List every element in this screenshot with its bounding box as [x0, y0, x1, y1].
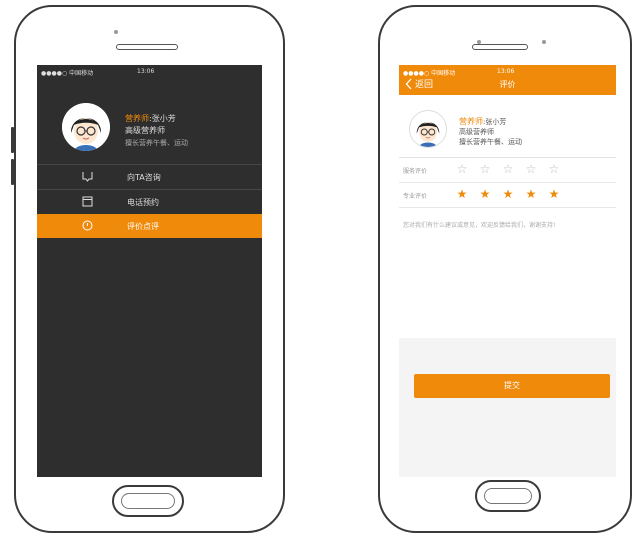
star-empty-icon[interactable]: ☆: [453, 162, 471, 176]
volume-button: [11, 159, 14, 185]
nutritionist-card: 营养师:张小芳 高级营养师 擅长营养午餐、运动: [399, 95, 616, 158]
avatar: [62, 103, 110, 151]
star-filled-icon[interactable]: ★: [453, 187, 471, 201]
profile-info: 营养师:张小芳 高级营养师 擅长营养午餐、运动: [125, 113, 188, 149]
menu-item-label: 电话预约: [127, 198, 159, 207]
calendar-icon: [82, 196, 93, 207]
star-filled-icon[interactable]: ★: [522, 187, 540, 201]
rating-label: 专业评价: [403, 193, 428, 200]
avatar-illustration: [62, 103, 110, 151]
chat-icon: [82, 172, 93, 182]
sensor: [542, 40, 546, 44]
service-stars: ☆ ☆ ☆ ☆ ☆: [453, 162, 568, 176]
rating-icon: [82, 220, 93, 231]
role-label: 营养师: [125, 114, 149, 123]
status-bar: ●●●●○ 中国移动 13:06: [37, 65, 262, 79]
home-button[interactable]: [475, 480, 541, 512]
name-label: :张小芳: [149, 114, 176, 123]
star-filled-icon[interactable]: ★: [476, 187, 494, 201]
side-menu: 向TA咨询 电话预约 评价点评: [37, 164, 262, 238]
review-screen: ●●●●○ 中国移动 13:06 返回 评价 营养师:张小芳 高级营养师 擅长营…: [399, 65, 616, 477]
home-button[interactable]: [112, 485, 184, 517]
menu-screen: ●●●●○ 中国移动 13:06 营养师:张小芳 高级营养师 擅长营养午餐、运动…: [37, 65, 262, 477]
phone-frame-right: ●●●●○ 中国移动 13:06 返回 评价 营养师:张小芳 高级营养师 擅长营…: [378, 5, 632, 533]
menu-item-phone-booking[interactable]: 电话预约: [37, 189, 262, 214]
volume-button: [11, 127, 14, 153]
rating-label: 服务评价: [403, 168, 428, 175]
camera: [114, 30, 118, 34]
service-rating-row: 服务评价 ☆ ☆ ☆ ☆ ☆: [399, 158, 616, 183]
menu-item-label: 评价点评: [127, 222, 159, 231]
menu-item-review[interactable]: 评价点评: [37, 214, 262, 238]
professional-rating-row: 专业评价 ★ ★ ★ ★ ★: [399, 183, 616, 208]
star-empty-icon[interactable]: ☆: [522, 162, 540, 176]
camera: [477, 40, 481, 44]
avatar-illustration: [410, 111, 446, 147]
clock-text: 13:06: [137, 68, 155, 75]
profile-info: 营养师:张小芳 高级营养师 擅长营养午餐、运动: [459, 117, 522, 147]
nav-bar: ●●●●○ 中国移动 13:06 返回 评价: [399, 65, 616, 95]
phone-frame-left: ●●●●○ 中国移动 13:06 营养师:张小芳 高级营养师 擅长营养午餐、运动…: [11, 5, 285, 533]
menu-item-label: 向TA咨询: [127, 173, 161, 182]
clock-text: 13:06: [497, 68, 515, 75]
star-empty-icon[interactable]: ☆: [545, 162, 563, 176]
carrier-text: ●●●●○ 中国移动: [403, 70, 456, 77]
star-filled-icon[interactable]: ★: [545, 187, 563, 201]
name-label: :张小芳: [483, 118, 507, 126]
earpiece: [116, 44, 178, 50]
specialty-label: 擅长营养午餐、运动: [459, 138, 522, 146]
carrier-text: ●●●●○ 中国移动: [41, 70, 94, 77]
title-label: 高级营养师: [125, 126, 165, 135]
page-title: 评价: [499, 80, 516, 89]
specialty-label: 擅长营养午餐、运动: [125, 139, 188, 147]
comment-textarea[interactable]: 您对我们有什么建议或意见，欢迎反馈给我们，谢谢支持!: [399, 208, 616, 338]
professional-stars: ★ ★ ★ ★ ★: [453, 187, 568, 201]
role-label: 营养师: [459, 117, 483, 126]
earpiece: [472, 44, 528, 50]
star-filled-icon[interactable]: ★: [499, 187, 517, 201]
avatar: [409, 110, 447, 148]
star-empty-icon[interactable]: ☆: [476, 162, 494, 176]
profile-header: 营养师:张小芳 高级营养师 擅长营养午餐、运动: [37, 79, 262, 159]
menu-item-consult[interactable]: 向TA咨询: [37, 164, 262, 189]
submit-button[interactable]: 提交: [414, 374, 610, 398]
title-label: 高级营养师: [459, 128, 494, 136]
star-empty-icon[interactable]: ☆: [499, 162, 517, 176]
comment-placeholder: 您对我们有什么建议或意见，欢迎反馈给我们，谢谢支持!: [403, 222, 556, 229]
